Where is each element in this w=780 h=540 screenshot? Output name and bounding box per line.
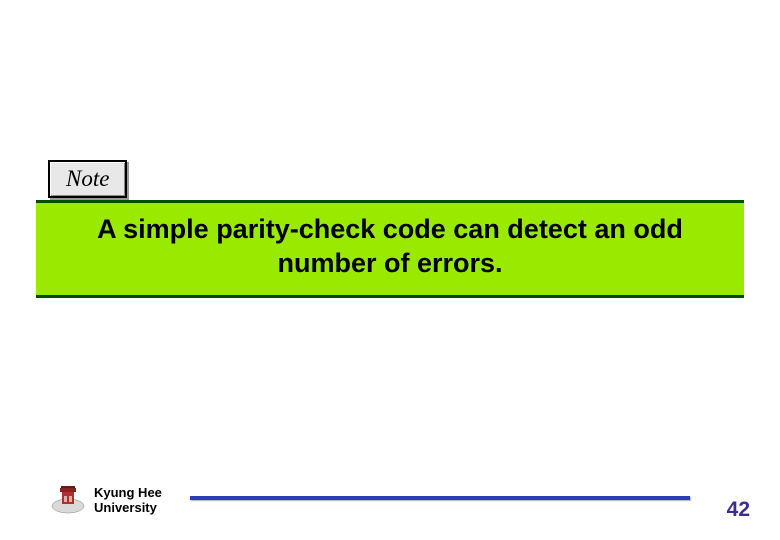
note-label-text: Note bbox=[66, 166, 109, 191]
university-name-line2: University bbox=[94, 500, 157, 515]
highlight-band: A simple parity-check code can detect an… bbox=[36, 200, 744, 298]
university-logo-icon bbox=[50, 484, 86, 514]
university-name-line1: Kyung Hee bbox=[94, 485, 162, 500]
note-label-box: Note bbox=[48, 160, 127, 198]
university-name: Kyung Hee University bbox=[94, 486, 162, 516]
footer-divider bbox=[190, 496, 690, 500]
slide-footer: Kyung Hee University 42 bbox=[0, 470, 780, 518]
page-number: 42 bbox=[727, 498, 750, 522]
main-statement: A simple parity-check code can detect an… bbox=[56, 213, 724, 281]
